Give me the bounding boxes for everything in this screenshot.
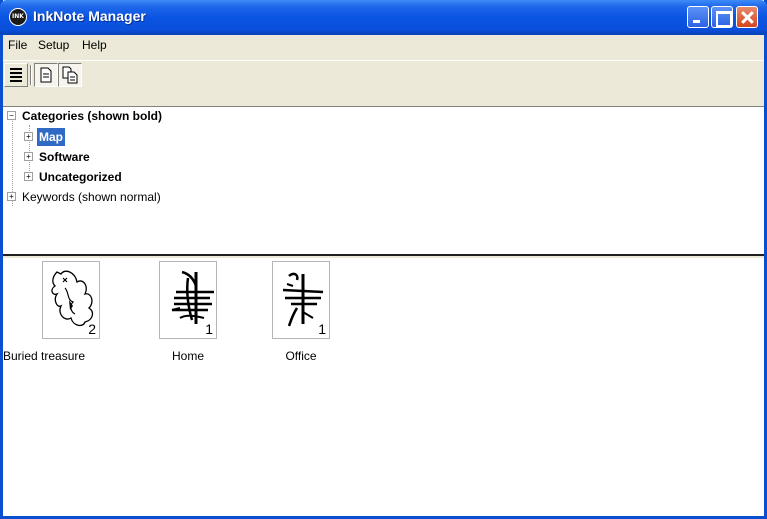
tree-node-map[interactable]: + Map <box>24 128 224 146</box>
single-page-icon <box>40 67 52 83</box>
list-view-button[interactable] <box>4 63 28 87</box>
title-bar[interactable]: INK InkNote Manager <box>0 0 767 35</box>
tree-node-label: Software <box>39 150 90 164</box>
tree-node-categories[interactable]: − Categories (shown bold) <box>7 107 307 125</box>
multi-page-icon <box>62 66 78 84</box>
single-page-button[interactable] <box>34 63 58 87</box>
tree-node-label: Keywords (shown normal) <box>22 190 161 204</box>
minimize-button[interactable] <box>687 6 709 28</box>
expand-icon[interactable]: + <box>7 192 16 201</box>
note-thumbnail[interactable]: 1 <box>272 261 330 339</box>
menu-help[interactable]: Help <box>82 38 107 52</box>
list-view-icon <box>10 68 22 82</box>
note-label: Buried treasure <box>3 349 86 363</box>
note-page-count: 1 <box>318 321 326 337</box>
note-thumbnail[interactable]: 2 <box>42 261 100 339</box>
menu-setup[interactable]: Setup <box>38 38 69 52</box>
note-page-count: 1 <box>205 321 213 337</box>
note-page-count: 2 <box>88 321 96 337</box>
multi-page-button[interactable] <box>58 63 82 87</box>
expand-icon[interactable]: + <box>24 152 33 161</box>
note-thumbnail[interactable]: 1 <box>159 261 217 339</box>
window-title: InkNote Manager <box>33 8 146 24</box>
tree-node-keywords[interactable]: + Keywords (shown normal) <box>7 188 307 206</box>
expand-icon[interactable]: + <box>24 132 33 141</box>
note-label: Office <box>285 349 317 363</box>
notes-list[interactable]: 2 Buried treasure 1 Home 1 Office <box>3 258 764 516</box>
collapse-icon[interactable]: − <box>7 111 16 120</box>
expand-icon[interactable]: + <box>24 172 33 181</box>
tree-node-label: Uncategorized <box>39 170 122 184</box>
tree-node-uncategorized[interactable]: + Uncategorized <box>24 168 224 186</box>
note-label: Home <box>171 349 204 363</box>
app-icon[interactable]: INK <box>9 8 27 26</box>
toolbar <box>3 60 764 106</box>
maximize-button[interactable] <box>711 6 733 28</box>
close-button[interactable] <box>736 6 758 28</box>
tree-node-software[interactable]: + Software <box>24 148 224 166</box>
category-tree[interactable]: − Categories (shown bold) + Map + Softwa… <box>3 106 764 256</box>
tree-node-label: Categories (shown bold) <box>22 109 163 123</box>
menu-file[interactable]: File <box>8 38 27 52</box>
menu-bar: File Setup Help <box>3 35 764 57</box>
tree-node-label: Map <box>37 128 65 146</box>
toolbar-separator <box>30 65 32 85</box>
app-window: INK InkNote Manager File Setup Help − Ca… <box>0 0 767 519</box>
